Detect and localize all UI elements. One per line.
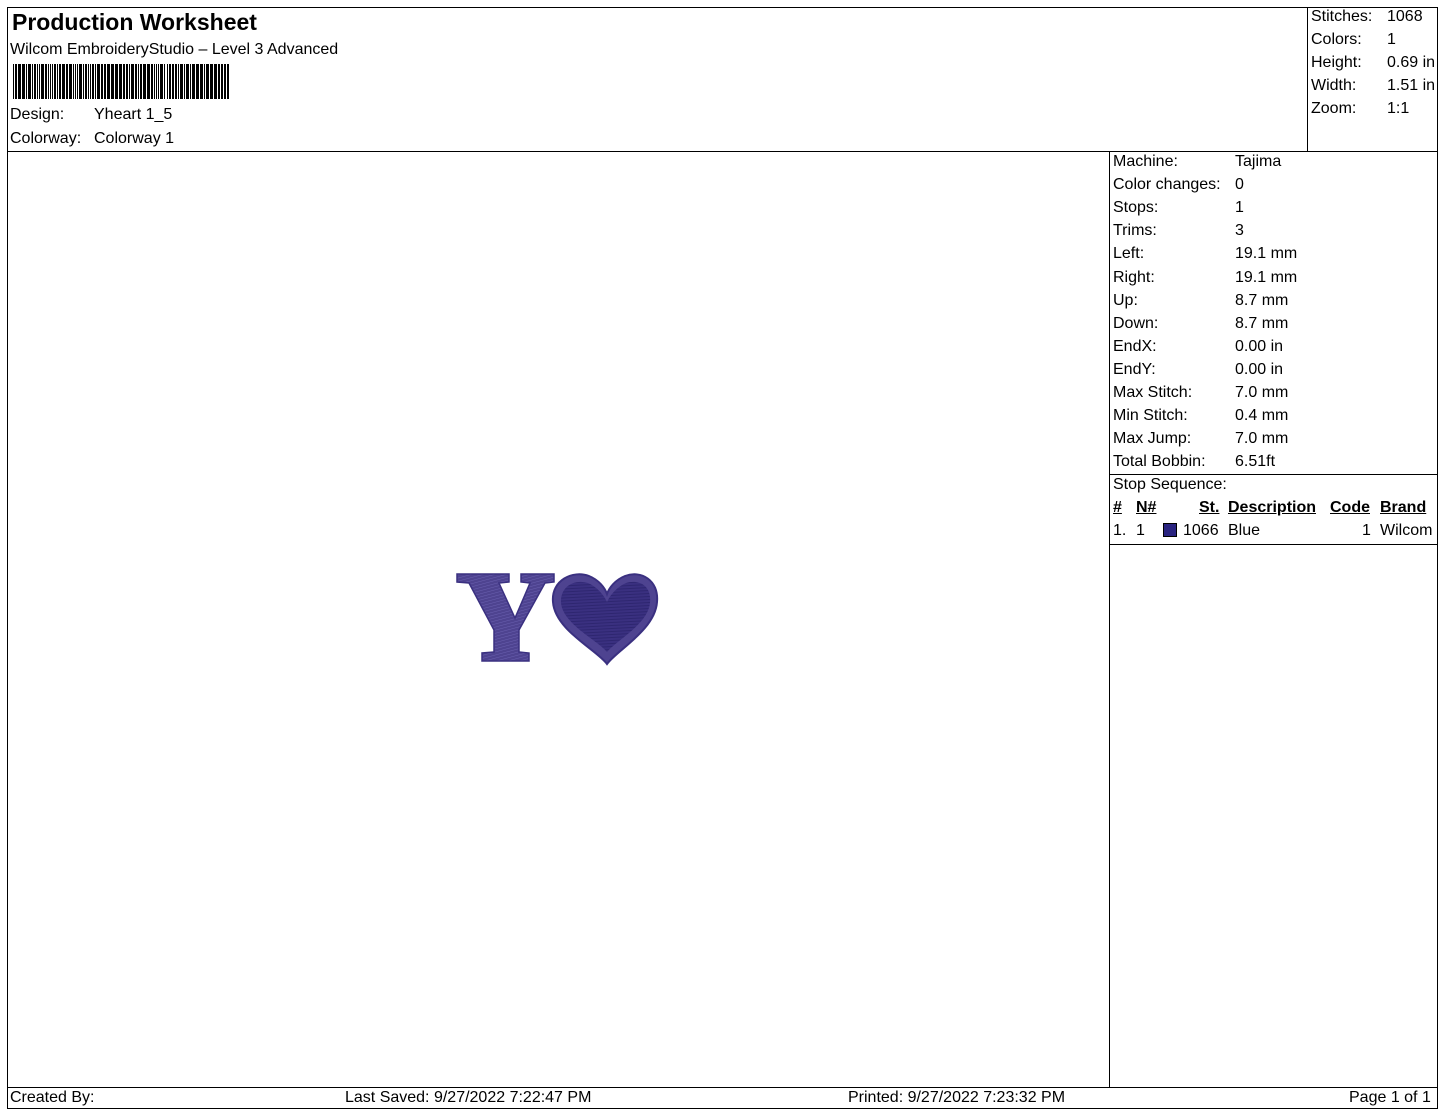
machine-info-label: Stops: [1113,199,1159,217]
col-code: Code [1330,499,1370,516]
design-row: Design: Yheart 1_5 [10,106,172,124]
machine-info-value: Tajima [1235,153,1282,170]
width-label: Width: [1311,77,1357,94]
design-preview [7,152,1109,1088]
zoom-label: Zoom: [1311,100,1357,117]
machine-info-value: 8.7 mm [1235,314,1289,332]
machine-info-value: 0.4 mm [1235,407,1289,425]
machine-info-value: 1 [1235,199,1244,217]
machine-info-value: 6.51ft [1235,453,1276,471]
design-value: Yheart 1_5 [94,106,173,123]
machine-info-label: Right: [1113,268,1155,286]
row-n-num: 1 [1136,522,1145,539]
width-value: 1.51 in [1387,77,1436,94]
col-brand: Brand [1380,499,1427,516]
colorway-row: Colorway: Colorway 1 [10,130,174,148]
col-description: Description [1228,499,1317,516]
machine-info-value: 3 [1235,222,1244,240]
page-number: Page 1 of 1 [1349,1089,1431,1106]
design-summary: Stitches: 1068 Colors: 1 Height: 0.69 in Wi… [1307,7,1438,152]
machine-info-value: 7.0 mm [1235,384,1289,401]
machine-info-value: 19.1 mm [1235,268,1298,286]
letter-y-stitch [456,573,555,662]
row-num: 1. [1113,522,1127,539]
height-label: Height: [1311,54,1362,71]
worksheet-footer: Created By: Last Saved: 9/27/2022 7:22:4… [7,1087,1438,1109]
machine-info-label: Min Stitch: [1113,407,1188,425]
row-stitches: 1066 [1183,522,1219,539]
worksheet-header: Production Worksheet Wilcom EmbroiderySt… [7,7,1438,152]
machine-info-label: EndX: [1113,337,1157,355]
colors-value: 1 [1387,31,1396,48]
machine-info-value: 0.00 in [1235,360,1284,378]
software-subtitle: Wilcom EmbroideryStudio – Level 3 Advanc… [10,41,339,58]
stop-sequence-header: # N# St. Description Code Brand [1113,499,1438,519]
machine-info-value: 0 [1235,176,1244,194]
colorway-value: Colorway 1 [94,130,175,147]
machine-info-label: Trims: [1113,222,1157,240]
embroidery-design [456,573,659,666]
row-description: Blue [1228,522,1261,539]
design-label: Design: [10,106,65,123]
colors-label: Colors: [1311,31,1362,48]
col-n-num: N# [1136,499,1157,516]
stop-sequence-row: 1. 1 1066 Blue 1 Wilcom [1113,522,1438,542]
height-value: 0.69 in [1387,54,1436,71]
color-swatch [1163,523,1177,537]
printed-date: Printed: 9/27/2022 7:23:32 PM [848,1089,1066,1106]
machine-info-value: 7.0 mm [1235,430,1289,448]
machine-info-label: Color changes: [1113,176,1221,194]
machine-info-label: Total Bobbin: [1113,453,1206,471]
zoom-value: 1:1 [1387,100,1410,117]
machine-info-panel: Machine: Tajima Color changes: 0 Stops: 1 Trim… [1109,152,1438,1088]
machine-info-label: Up: [1113,291,1138,309]
machine-info-value: 8.7 mm [1235,291,1289,309]
machine-info-label: EndY: [1113,360,1156,378]
row-brand: Wilcom [1380,522,1433,539]
colorway-label: Colorway: [10,130,82,147]
created-by: Created By: [10,1089,95,1106]
machine-info-value: 19.1 mm [1235,245,1298,263]
machine-info-label: Max Stitch: [1113,384,1193,401]
stitches-value: 1068 [1387,8,1423,25]
row-code: 1 [1362,522,1371,539]
heart-stitch [551,573,659,666]
page-title: Production Worksheet [12,9,257,35]
machine-info-label: Machine: [1113,153,1178,170]
machine-info-value: 0.00 in [1235,337,1284,355]
stop-sequence-title: Stop Sequence: [1113,476,1227,493]
stitches-label: Stitches: [1311,8,1373,25]
barcode [13,64,229,99]
machine-info-label: Max Jump: [1113,430,1192,448]
divider [1110,474,1438,475]
col-num: # [1113,499,1122,516]
col-st: St. [1199,499,1220,516]
machine-info-label: Left: [1113,245,1145,263]
last-saved: Last Saved: 9/27/2022 7:22:47 PM [345,1089,592,1106]
machine-info-label: Down: [1113,314,1159,332]
divider [1110,544,1438,545]
